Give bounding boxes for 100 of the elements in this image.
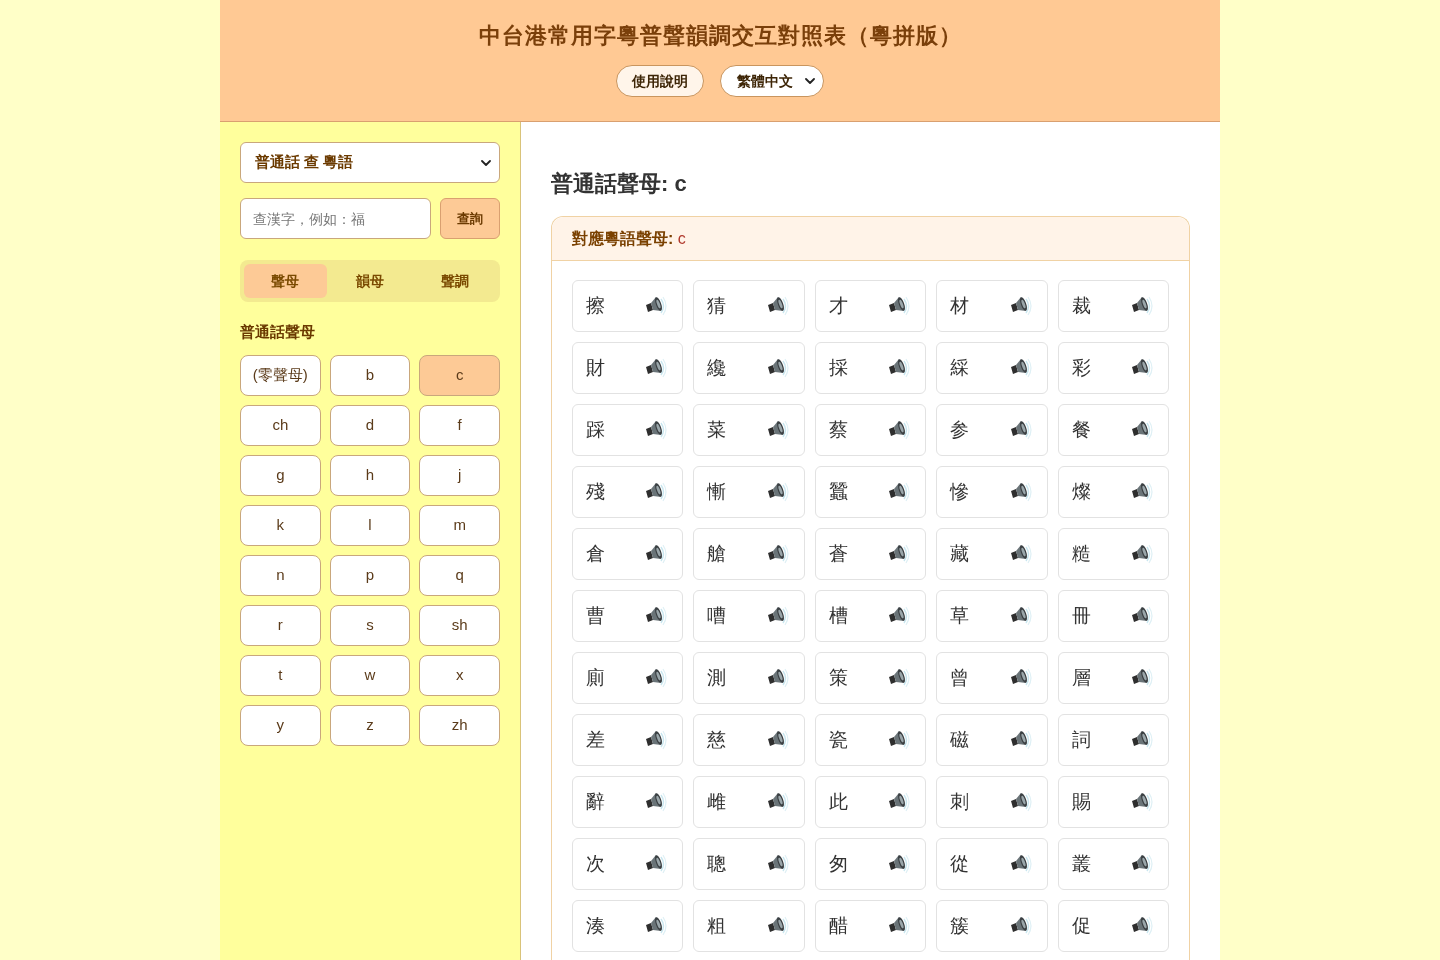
speaker-icon[interactable] — [766, 915, 789, 937]
search-field[interactable]: 查漢字，例如：福 — [240, 198, 431, 239]
initial-button[interactable]: x — [419, 655, 500, 696]
speaker-icon[interactable] — [888, 791, 911, 813]
initial-button[interactable]: c — [419, 355, 500, 396]
character-text: 倉 — [586, 541, 605, 566]
character-text: 磁 — [950, 727, 970, 752]
speaker-icon[interactable] — [1131, 605, 1153, 627]
initial-button[interactable]: p — [329, 555, 411, 596]
search-button[interactable]: 查詢 — [440, 198, 500, 239]
speaker-icon[interactable] — [766, 543, 789, 565]
speaker-icon[interactable] — [888, 605, 911, 627]
speaker-icon[interactable] — [766, 791, 789, 813]
section-heading: 普通話聲母: c — [551, 170, 688, 198]
initial-button[interactable]: r — [240, 605, 321, 646]
speaker-icon[interactable] — [888, 419, 911, 441]
speaker-icon[interactable] — [1009, 915, 1032, 937]
character-text: 促 — [1071, 913, 1091, 938]
initial-button[interactable]: h — [329, 455, 411, 496]
initial-button[interactable]: k — [240, 505, 321, 546]
speaker-icon[interactable] — [888, 357, 911, 379]
speaker-icon[interactable] — [645, 915, 668, 937]
speaker-icon[interactable] — [645, 729, 668, 751]
tab[interactable]: 聲母 — [244, 264, 327, 298]
speaker-icon[interactable] — [888, 295, 911, 317]
mode-select[interactable]: 普通話 查 粵語 — [240, 142, 500, 183]
speaker-icon[interactable] — [645, 295, 668, 317]
speaker-icon[interactable] — [1009, 791, 1032, 813]
character-text: 嘈 — [707, 603, 727, 628]
speaker-icon[interactable] — [645, 481, 668, 503]
speaker-icon[interactable] — [1131, 853, 1153, 875]
character-text: 財 — [586, 355, 605, 380]
initial-button[interactable]: y — [240, 705, 321, 746]
speaker-icon[interactable] — [1131, 295, 1153, 317]
speaker-icon[interactable] — [645, 357, 668, 379]
character-text: 測 — [707, 665, 727, 690]
speaker-icon[interactable] — [1009, 357, 1032, 379]
speaker-icon[interactable] — [1131, 791, 1153, 813]
speaker-icon[interactable] — [1131, 419, 1153, 441]
speaker-icon[interactable] — [766, 419, 789, 441]
initial-button[interactable]: f — [419, 405, 500, 446]
speaker-icon[interactable] — [1009, 729, 1032, 751]
initial-button[interactable]: g — [240, 455, 321, 496]
speaker-icon[interactable] — [888, 543, 911, 565]
speaker-icon[interactable] — [1131, 481, 1153, 503]
speaker-icon[interactable] — [1131, 543, 1153, 565]
character-text: 差 — [586, 727, 605, 752]
speaker-icon[interactable] — [766, 853, 789, 875]
initial-button[interactable]: sh — [419, 605, 500, 646]
chevron-down-icon — [805, 78, 815, 84]
speaker-icon[interactable] — [1009, 605, 1032, 627]
character-text: 辭 — [586, 789, 605, 814]
initial-button[interactable]: w — [329, 655, 411, 696]
initial-button[interactable]: m — [419, 505, 500, 546]
initial-button[interactable]: b — [329, 355, 411, 396]
speaker-icon[interactable] — [766, 667, 789, 689]
initial-button[interactable]: z — [329, 705, 411, 746]
speaker-icon[interactable] — [645, 667, 668, 689]
speaker-icon[interactable] — [766, 357, 789, 379]
speaker-icon[interactable] — [1131, 357, 1153, 379]
initial-button[interactable]: s — [329, 605, 411, 646]
speaker-icon[interactable] — [766, 729, 789, 751]
initial-button[interactable]: q — [419, 555, 500, 596]
speaker-icon[interactable] — [1131, 667, 1153, 689]
speaker-icon[interactable] — [645, 605, 668, 627]
speaker-icon[interactable] — [888, 667, 911, 689]
tab[interactable]: 韻母 — [328, 264, 412, 298]
initial-button[interactable]: zh — [419, 705, 500, 746]
speaker-icon[interactable] — [888, 915, 911, 937]
speaker-icon[interactable] — [766, 295, 789, 317]
speaker-icon[interactable] — [645, 419, 668, 441]
speaker-icon[interactable] — [1131, 915, 1153, 937]
initial-button[interactable]: n — [240, 555, 321, 596]
initial-button[interactable]: d — [329, 405, 411, 446]
speaker-icon[interactable] — [645, 791, 668, 813]
speaker-icon[interactable] — [1009, 543, 1032, 565]
speaker-icon[interactable] — [766, 481, 789, 503]
initial-button[interactable]: j — [419, 455, 500, 496]
character-text: 殘 — [586, 479, 605, 504]
speaker-icon[interactable] — [888, 481, 911, 503]
speaker-icon[interactable] — [888, 853, 911, 875]
initial-button[interactable]: t — [240, 655, 321, 696]
speaker-icon[interactable] — [1009, 295, 1032, 317]
speaker-icon[interactable] — [645, 543, 668, 565]
initial-button[interactable]: (零聲母) — [240, 355, 321, 396]
language-select[interactable]: 繁體中文 — [720, 65, 824, 97]
help-button[interactable]: 使用說明 — [616, 65, 704, 97]
speaker-icon[interactable] — [766, 605, 789, 627]
speaker-icon[interactable] — [888, 729, 911, 751]
speaker-icon[interactable] — [645, 853, 668, 875]
initial-button[interactable]: ch — [240, 405, 321, 446]
character-text: 次 — [586, 851, 605, 876]
speaker-icon[interactable] — [1009, 481, 1032, 503]
initial-button[interactable]: l — [329, 505, 411, 546]
tab[interactable]: 聲調 — [413, 264, 496, 298]
speaker-icon[interactable] — [1131, 729, 1153, 751]
speaker-icon[interactable] — [1009, 419, 1032, 441]
character-text: 蒼 — [828, 541, 848, 566]
speaker-icon[interactable] — [1009, 853, 1032, 875]
speaker-icon[interactable] — [1009, 667, 1032, 689]
